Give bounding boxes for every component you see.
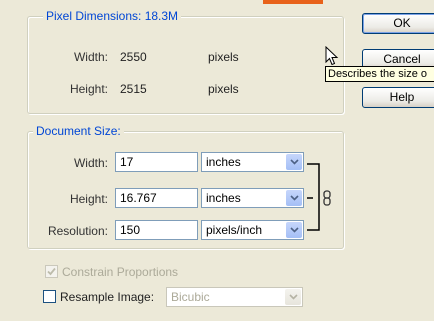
resample-method-select[interactable]: Bicubic	[166, 287, 303, 307]
chain-link-icon	[323, 190, 331, 206]
mouse-cursor-icon	[325, 46, 339, 66]
resolution-input[interactable]: 150	[115, 220, 198, 240]
doc-height-unit-value: inches	[206, 191, 241, 205]
pixel-dimensions-legend: Pixel Dimensions: 18.3M	[43, 9, 182, 23]
pixel-width-unit: pixels	[208, 50, 239, 64]
chevron-down-icon	[286, 154, 302, 170]
tooltip: Describes the size o	[325, 66, 434, 82]
ok-button[interactable]: OK	[362, 13, 434, 34]
doc-height-input[interactable]: 16.767	[115, 188, 198, 208]
doc-height-label: Height:	[69, 192, 108, 206]
pixel-height-unit: pixels	[208, 82, 239, 96]
chevron-down-icon	[285, 289, 301, 305]
pixel-width-label: Width:	[73, 50, 108, 64]
pixel-width-value: 2550	[120, 50, 147, 64]
resample-method-value: Bicubic	[171, 290, 210, 304]
resample-image-label: Resample Image:	[60, 290, 155, 304]
doc-width-unit-select[interactable]: inches	[201, 152, 304, 172]
resolution-label: Resolution:	[47, 224, 108, 238]
chevron-down-icon	[286, 222, 302, 238]
doc-height-unit-select[interactable]: inches	[201, 188, 304, 208]
doc-width-unit-value: inches	[206, 155, 241, 169]
resample-image-checkbox[interactable]	[43, 290, 56, 303]
pixel-dimensions-group	[27, 16, 344, 114]
top-accent-strip	[263, 0, 323, 4]
pixel-height-value: 2515	[120, 82, 147, 96]
help-button[interactable]: Help	[362, 87, 434, 108]
constrain-proportions-checkbox[interactable]	[45, 265, 58, 278]
chevron-down-icon	[286, 190, 302, 206]
resolution-unit-value: pixels/inch	[206, 223, 263, 237]
constrain-proportions-label: Constrain Proportions	[62, 265, 179, 279]
pixel-height-label: Height:	[69, 82, 108, 96]
doc-width-label: Width:	[73, 156, 108, 170]
doc-width-input[interactable]: 17	[115, 152, 198, 172]
resolution-unit-select[interactable]: pixels/inch	[201, 220, 304, 240]
document-size-legend: Document Size:	[33, 124, 124, 138]
